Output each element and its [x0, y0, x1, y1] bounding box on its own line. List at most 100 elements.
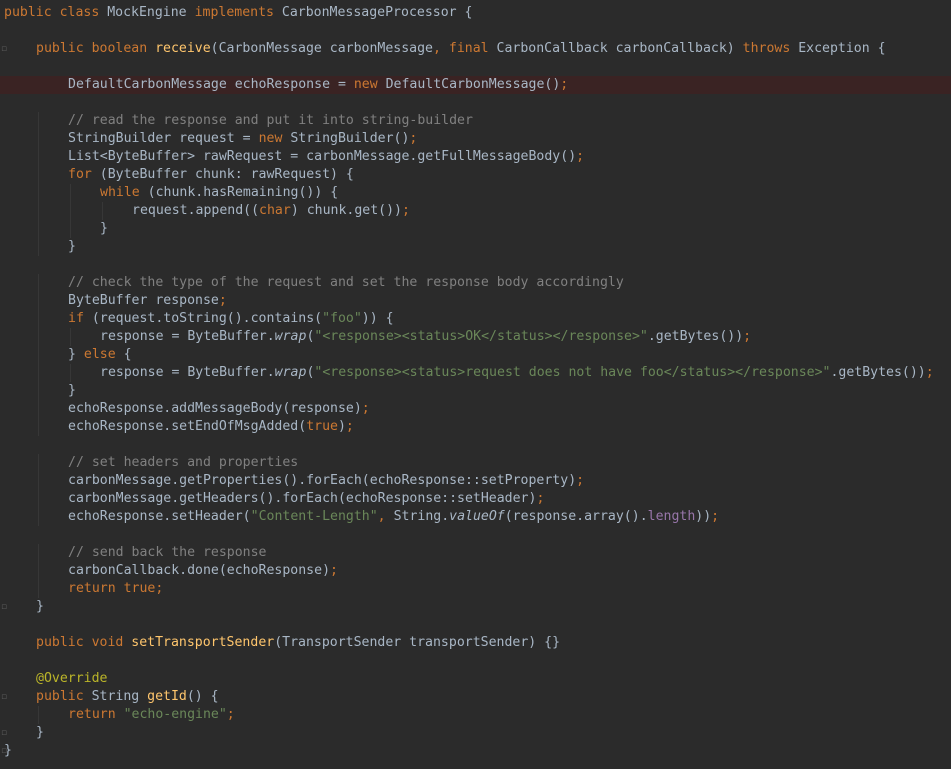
code-token: implements	[194, 5, 282, 20]
code-line[interactable]: // send back the response	[0, 544, 951, 562]
code-token: for	[68, 167, 100, 182]
code-line[interactable]: List<ByteBuffer> rawRequest = carbonMess…	[0, 148, 951, 166]
code-line[interactable]: StringBuilder request = new StringBuilde…	[0, 130, 951, 148]
code-token: StringBuilder()	[290, 131, 410, 146]
code-token: else	[83, 347, 124, 362]
code-token: length	[647, 509, 696, 524]
code-token: )	[337, 419, 346, 434]
code-line[interactable]: @Override	[0, 670, 951, 688]
code-line[interactable]	[0, 58, 951, 76]
fold-marker-icon[interactable]: ▫	[0, 40, 8, 58]
code-token: // read the response and put it into str…	[68, 113, 473, 128]
code-token: return true	[68, 581, 156, 596]
code-token: while	[100, 185, 148, 200]
code-token: wrap	[274, 329, 307, 344]
code-token: (CarbonMessage carbonMessage	[210, 41, 433, 56]
code-token: ;	[925, 365, 934, 380]
code-token: public void	[36, 635, 132, 650]
fold-marker-icon[interactable]: ▫	[0, 724, 8, 742]
code-token: StringBuilder request =	[68, 131, 259, 146]
code-line[interactable]	[0, 526, 951, 544]
code-token: ;	[218, 293, 227, 308]
code-token: getId	[147, 689, 187, 704]
code-token: response = ByteBuffer.	[100, 329, 275, 344]
code-line[interactable]: ByteBuffer response;	[0, 292, 951, 310]
code-token: ;	[743, 329, 752, 344]
code-token: echoResponse.addMessageBody(response)	[68, 401, 362, 416]
code-line[interactable]	[0, 256, 951, 274]
code-line[interactable]: return "echo-engine";	[0, 706, 951, 724]
code-token: carbonMessage.getHeaders().forEach(echoR…	[68, 491, 537, 506]
code-line[interactable]: // set headers and properties	[0, 454, 951, 472]
code-line[interactable]: echoResponse.setEndOfMsgAdded(true);	[0, 418, 951, 436]
code-line[interactable]: public void setTransportSender(Transport…	[0, 634, 951, 652]
code-token: }	[36, 725, 44, 740]
code-token: final	[448, 41, 497, 56]
code-line[interactable]: }	[0, 598, 951, 616]
code-line[interactable]: public String getId() {	[0, 688, 951, 706]
code-token: }	[68, 239, 76, 254]
code-token: String.	[393, 509, 450, 524]
code-line[interactable]: if (request.toString().contains("foo")) …	[0, 310, 951, 328]
code-line[interactable]: echoResponse.addMessageBody(response);	[0, 400, 951, 418]
code-line[interactable]: // check the type of the request and set…	[0, 274, 951, 292]
code-token: true	[306, 419, 338, 434]
code-line[interactable]: }	[0, 238, 951, 256]
code-line[interactable]: }	[0, 724, 951, 742]
code-token: new	[258, 131, 291, 146]
code-line[interactable]: while (chunk.hasRemaining()) {	[0, 184, 951, 202]
code-token: .getBytes())	[647, 329, 744, 344]
code-token: ,	[377, 509, 394, 524]
code-line[interactable]: response = ByteBuffer.wrap("<response><s…	[0, 364, 951, 382]
code-token: ;	[536, 491, 545, 506]
code-token: ))	[695, 509, 712, 524]
code-token: char	[259, 203, 291, 218]
code-line[interactable]: }	[0, 382, 951, 400]
code-token: ;	[409, 131, 418, 146]
code-token: carbonCallback.done(echoResponse)	[68, 563, 331, 578]
code-token: (ByteBuffer chunk: rawRequest) {	[99, 167, 354, 182]
code-token: throws	[742, 41, 799, 56]
code-line[interactable]	[0, 616, 951, 634]
code-token: (chunk.hasRemaining()) {	[147, 185, 339, 200]
code-line[interactable]	[0, 652, 951, 670]
code-line[interactable]: response = ByteBuffer.wrap("<response><s…	[0, 328, 951, 346]
fold-marker-icon[interactable]: ▫	[0, 598, 8, 616]
fold-marker-icon[interactable]: ▫	[0, 742, 8, 760]
code-token: ;	[576, 149, 585, 164]
code-token: ;	[361, 401, 370, 416]
code-line[interactable]: }	[0, 220, 951, 238]
code-line-highlighted[interactable]: DefaultCarbonMessage echoResponse = new …	[0, 76, 951, 94]
code-token: }	[36, 599, 44, 614]
code-token: return	[68, 707, 124, 722]
code-token: new	[353, 77, 386, 92]
code-line[interactable]: request.append((char) chunk.get());	[0, 202, 951, 220]
code-token: // send back the response	[68, 545, 267, 560]
code-line[interactable]: }	[0, 742, 951, 760]
code-editor[interactable]: public class MockEngine implements Carbo…	[0, 0, 951, 769]
code-line[interactable]: // read the response and put it into str…	[0, 112, 951, 130]
code-line[interactable]: for (ByteBuffer chunk: rawRequest) {	[0, 166, 951, 184]
code-line[interactable]: public boolean receive(CarbonMessage car…	[0, 40, 951, 58]
code-line[interactable]: carbonCallback.done(echoResponse);	[0, 562, 951, 580]
code-token: @Override	[36, 671, 108, 686]
code-line[interactable]	[0, 22, 951, 40]
code-token: List<ByteBuffer> rawRequest = carbonMess…	[68, 149, 577, 164]
code-token: CarbonCallback carbonCallback)	[496, 41, 743, 56]
code-token: String	[91, 689, 148, 704]
code-line[interactable]: carbonMessage.getHeaders().forEach(echoR…	[0, 490, 951, 508]
code-line[interactable]: carbonMessage.getProperties().forEach(ec…	[0, 472, 951, 490]
code-line[interactable]	[0, 436, 951, 454]
code-token: ;	[226, 707, 235, 722]
code-token: {	[123, 347, 132, 362]
fold-marker-icon[interactable]: ▫	[0, 688, 8, 706]
code-token: MockEngine	[107, 5, 195, 20]
code-line[interactable]: } else {	[0, 346, 951, 364]
code-token: ByteBuffer response	[68, 293, 219, 308]
code-token: ;	[345, 419, 354, 434]
code-line[interactable]: echoResponse.setHeader("Content-Length",…	[0, 508, 951, 526]
code-line[interactable]: return true;	[0, 580, 951, 598]
code-line[interactable]: public class MockEngine implements Carbo…	[0, 4, 951, 22]
code-token: (request.toString().contains(	[91, 311, 323, 326]
code-line[interactable]	[0, 94, 951, 112]
